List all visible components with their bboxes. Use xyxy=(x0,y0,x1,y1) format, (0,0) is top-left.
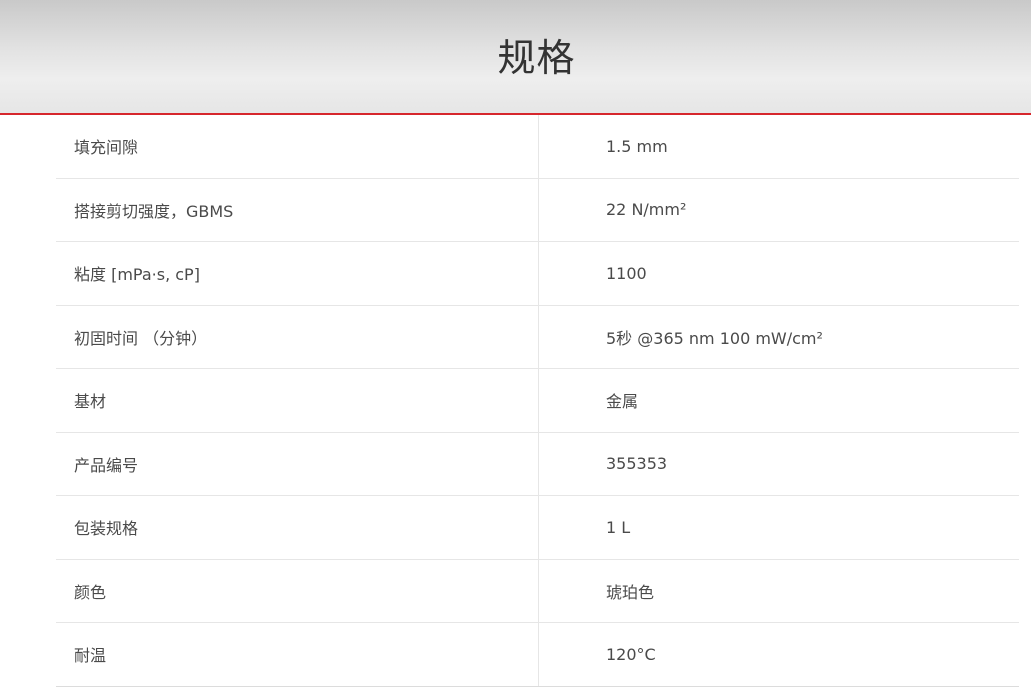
spec-label: 粘度 [mPa·s, cP] xyxy=(74,265,200,285)
spec-label: 产品编号 xyxy=(74,455,139,475)
spec-value: 355353 xyxy=(606,454,668,474)
spec-value: 1100 xyxy=(606,263,647,283)
spec-value: 5秒 @365 nm 100 mW/cm² xyxy=(606,328,823,348)
spec-label: 搭接剪切强度，GBMS xyxy=(74,201,234,221)
spec-label: 填充间隙 xyxy=(74,138,139,158)
spec-value: 22 N/mm² xyxy=(606,200,687,220)
spec-value: 120°C xyxy=(606,644,656,664)
spec-table: 填充间隙 1.5 mm 搭接剪切强度，GBMS 22 N/mm² 粘度 [mPa… xyxy=(56,115,1019,687)
spec-row-package-size: 包装规格 1 L xyxy=(56,496,1019,560)
spec-row-fixture-time: 初固时间 （分钟） 5秒 @365 nm 100 mW/cm² xyxy=(56,306,1019,369)
spec-label: 颜色 xyxy=(74,582,107,602)
spec-header: 规格 xyxy=(0,0,1031,115)
spec-label: 初固时间 （分钟） xyxy=(74,328,208,348)
spec-value: 1 L xyxy=(606,517,631,537)
spec-value: 金属 xyxy=(606,392,639,412)
spec-row-fill-gap: 填充间隙 1.5 mm xyxy=(56,115,1019,179)
spec-value: 琥珀色 xyxy=(606,582,655,602)
spec-row-viscosity: 粘度 [mPa·s, cP] 1100 xyxy=(56,242,1019,306)
spec-value: 1.5 mm xyxy=(606,136,668,156)
spec-row-substrate: 基材 金属 xyxy=(56,369,1019,433)
spec-row-temperature-resistance: 耐温 120°C xyxy=(56,623,1019,687)
spec-row-color: 颜色 琥珀色 xyxy=(56,560,1019,623)
spec-row-product-number: 产品编号 355353 xyxy=(56,433,1019,496)
spec-label: 基材 xyxy=(74,392,107,412)
spec-row-lap-shear: 搭接剪切强度，GBMS 22 N/mm² xyxy=(56,179,1019,242)
spec-label: 耐温 xyxy=(74,646,107,666)
spec-label: 包装规格 xyxy=(74,519,139,539)
page-title: 规格 xyxy=(497,36,576,80)
